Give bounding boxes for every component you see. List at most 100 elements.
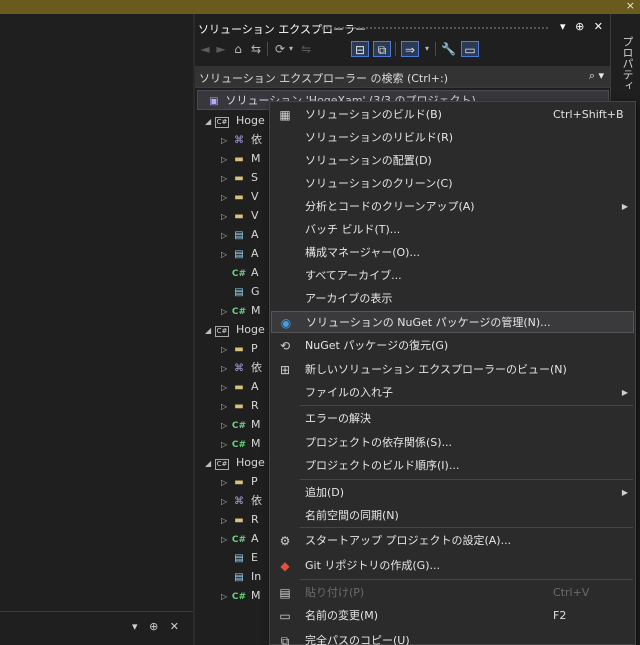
collapse-arrow-icon[interactable]: ◢ xyxy=(205,321,215,341)
expand-arrow-icon[interactable]: ▷ xyxy=(221,511,231,531)
tree-item[interactable]: ▷ ▬ R xyxy=(221,396,259,416)
tree-item[interactable]: ▷ C# A xyxy=(221,529,259,549)
tree-item[interactable]: ▷ C# M xyxy=(221,415,261,435)
expand-arrow-icon[interactable]: ▷ xyxy=(221,169,231,189)
tree-item[interactable]: ▷ ⌘ 依 xyxy=(221,491,262,511)
expand-arrow-icon[interactable]: ▷ xyxy=(221,340,231,360)
menu-item[interactable]: エラーの解決 xyxy=(271,408,634,430)
chevron-down-icon[interactable]: ▾ xyxy=(423,41,431,57)
panel-controls[interactable]: ▾ ⊕ ✕ xyxy=(132,620,183,633)
tree-item[interactable]: ▷ ▤ A xyxy=(221,244,259,264)
collapse-arrow-icon[interactable]: ◢ xyxy=(205,112,215,132)
expand-arrow-icon[interactable]: ▷ xyxy=(221,302,231,322)
expand-arrow-icon[interactable]: ▷ xyxy=(221,473,231,493)
menu-item[interactable]: プロジェクトの依存関係(S)... xyxy=(271,432,634,454)
tree-item[interactable]: ▷ C# M xyxy=(221,434,261,454)
tree-item-label: M xyxy=(251,437,261,450)
menu-item[interactable]: 名前空間の同期(N) xyxy=(271,505,634,527)
tree-item[interactable]: ▷ ▬ A xyxy=(221,377,259,397)
menu-item[interactable]: ファイルの入れ子 ▶ xyxy=(271,382,634,404)
menu-item[interactable]: ⟲ NuGet パッケージの復元(G) xyxy=(271,335,634,357)
menu-item[interactable]: アーカイブの表示 xyxy=(271,288,634,310)
menu-item[interactable]: ソリューションの配置(D) xyxy=(271,150,634,172)
wrench-icon[interactable]: 🔧 xyxy=(441,41,456,57)
sync-with-active-document-icon[interactable]: ⇋ xyxy=(299,41,313,57)
menu-item[interactable]: ▭ 名前の変更(M) F2 xyxy=(271,605,634,627)
expand-arrow-icon[interactable]: ▷ xyxy=(221,492,231,512)
menu-item[interactable]: すべてアーカイブ... xyxy=(271,265,634,287)
collapse-all-icon[interactable]: ⊟ xyxy=(351,41,369,57)
expand-arrow-icon[interactable]: ▷ xyxy=(221,245,231,265)
properties-icon[interactable]: ▭ xyxy=(461,41,479,57)
show-all-files-icon[interactable]: ⧉ xyxy=(373,41,391,57)
expand-arrow-icon[interactable]: ▷ xyxy=(221,397,231,417)
search-input[interactable]: ソリューション エクスプローラー の検索 (Ctrl+:) xyxy=(199,70,448,86)
tree-item[interactable]: ▷ ▬ R xyxy=(221,510,259,530)
expand-arrow-icon[interactable]: ▷ xyxy=(221,226,231,246)
menu-item[interactable]: プロジェクトのビルド順序(I)... xyxy=(271,455,634,477)
expand-arrow-icon[interactable]: ▷ xyxy=(221,435,231,455)
menu-item[interactable]: ソリューションのリビルド(R) xyxy=(271,127,634,149)
menu-item[interactable]: ⚙ スタートアップ プロジェクトの設定(A)... xyxy=(271,530,634,552)
menu-item[interactable]: 分析とコードのクリーンアップ(A) ▶ xyxy=(271,196,634,218)
tree-item-label: M xyxy=(251,589,261,602)
home-icon[interactable]: ⌂ xyxy=(231,41,245,57)
tree-item[interactable]: ▷ ⌘ 依 xyxy=(221,358,262,378)
menu-item[interactable]: 追加(D) ▶ xyxy=(271,482,634,504)
tree-item[interactable]: ▷ ▬ V xyxy=(221,206,259,226)
menu-item[interactable]: ソリューションのクリーン(C) xyxy=(271,173,634,195)
project-node[interactable]: ◢ C# Hoge xyxy=(205,453,265,473)
switch-views-icon[interactable]: ⇆ xyxy=(249,41,263,57)
tree-item[interactable]: ▷ ▬ P xyxy=(221,339,258,359)
expand-arrow-icon[interactable]: ▷ xyxy=(221,378,231,398)
expand-arrow-icon[interactable]: ▷ xyxy=(221,530,231,550)
project-node[interactable]: ◢ C# Hoge xyxy=(205,320,265,340)
tree-item[interactable]: ▷ ▤ A xyxy=(221,225,259,245)
menu-item[interactable]: バッチ ビルド(T)... xyxy=(271,219,634,241)
submenu-arrow-icon: ▶ xyxy=(621,388,628,397)
expand-arrow-icon[interactable]: ▷ xyxy=(221,188,231,208)
tree-item[interactable]: ▷ ▬ M xyxy=(221,149,261,169)
back-icon[interactable]: ◄ xyxy=(199,41,211,57)
gear-icon: ⚙ xyxy=(279,534,291,548)
tree-item[interactable]: ▤ E xyxy=(221,548,258,568)
menu-item[interactable]: ⊞ 新しいソリューション エクスプローラーのビュー(N) xyxy=(271,359,634,381)
expand-arrow-icon[interactable]: ▷ xyxy=(221,416,231,436)
pending-changes-filter-icon[interactable]: ⟳ xyxy=(273,41,287,57)
tree-item[interactable]: ▤ In xyxy=(221,567,261,587)
tree-item[interactable]: ▷ ⌘ 依 xyxy=(221,130,262,150)
file-icon: ▤ xyxy=(234,287,244,298)
expand-arrow-icon[interactable]: ▷ xyxy=(221,150,231,170)
tree-item[interactable]: ▷ ▬ V xyxy=(221,187,259,207)
search-icon[interactable]: ⌕ ▾ xyxy=(589,69,604,83)
chevron-down-icon[interactable]: ▾ xyxy=(287,41,295,57)
forward-icon[interactable]: ► xyxy=(215,41,227,57)
dependencies-icon: ⌘ xyxy=(234,363,244,374)
tree-item[interactable]: ▷ C# M xyxy=(221,301,261,321)
tree-item[interactable]: ▷ C# M xyxy=(221,586,261,606)
menu-item[interactable]: ◆ Git リポジトリの作成(G)... xyxy=(271,555,634,577)
tree-item[interactable]: ▷ ▬ S xyxy=(221,168,258,188)
menu-item[interactable]: 構成マネージャー(O)... xyxy=(271,242,634,264)
tree-item-label: V xyxy=(251,209,259,222)
title-controls[interactable]: ▾ ⊕ ✕ xyxy=(560,20,606,33)
expand-arrow-icon[interactable]: ▷ xyxy=(221,587,231,607)
tree-item[interactable]: ▷ ▬ P xyxy=(221,472,258,492)
preview-selected-items-icon[interactable]: ⇒ xyxy=(401,41,419,57)
paste-icon: ▤ xyxy=(279,586,291,600)
tree-item[interactable]: ▤ G xyxy=(221,282,259,302)
expand-arrow-icon[interactable]: ▷ xyxy=(221,131,231,151)
expand-arrow-icon[interactable]: ▷ xyxy=(221,359,231,379)
close-icon[interactable]: × xyxy=(626,0,635,12)
solution-explorer-search[interactable]: ソリューション エクスプローラー の検索 (Ctrl+:) ⌕ ▾ xyxy=(195,66,610,88)
menu-item[interactable]: ◉ ソリューションの NuGet パッケージの管理(N)... xyxy=(271,311,634,333)
menu-item-label: ソリューションのビルド(B) xyxy=(305,108,442,121)
tree-item[interactable]: C# A xyxy=(221,263,259,283)
folder-icon: ▬ xyxy=(234,211,244,222)
project-node[interactable]: ◢ C# Hoge xyxy=(205,111,265,131)
tree-item-label: M xyxy=(251,418,261,431)
menu-item[interactable]: ▦ ソリューションのビルド(B) Ctrl+Shift+B xyxy=(271,104,634,126)
collapse-arrow-icon[interactable]: ◢ xyxy=(205,454,215,474)
expand-arrow-icon[interactable]: ▷ xyxy=(221,207,231,227)
menu-item[interactable]: ⧉ 完全パスのコピー(U) xyxy=(271,630,634,645)
